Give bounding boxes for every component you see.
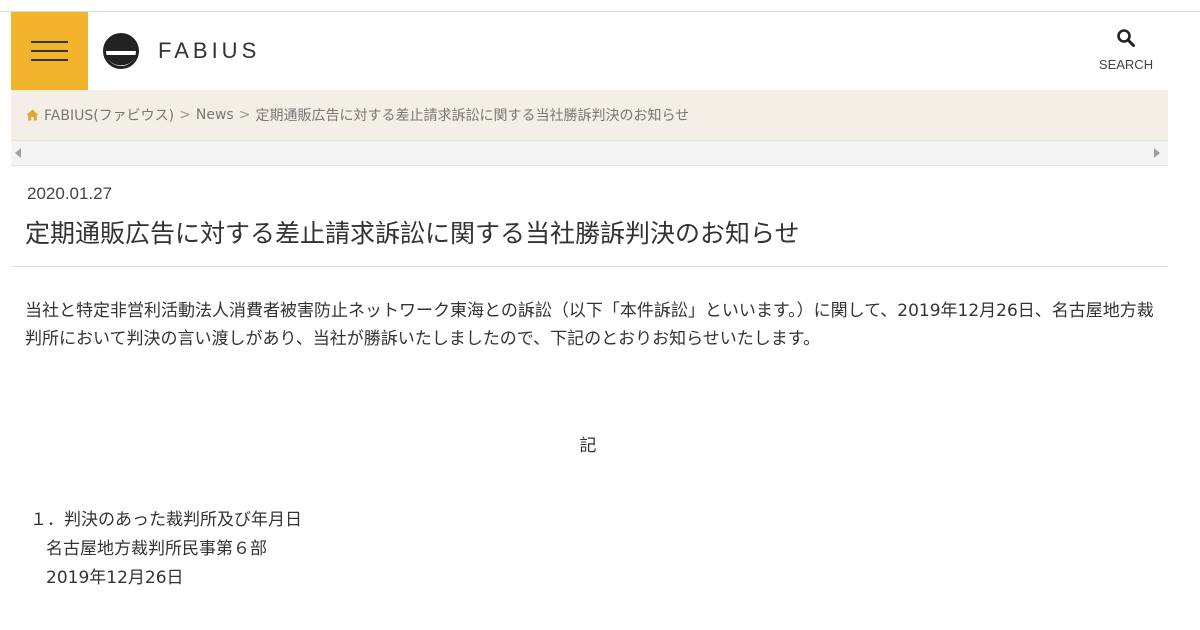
list-item-court: 名古屋地方裁判所民事第６部 — [46, 539, 267, 559]
site-logo[interactable]: FABIUS — [103, 33, 260, 69]
search-icon — [1117, 29, 1135, 47]
hamburger-bar — [31, 59, 68, 61]
list-item-date: 2019年12月26日 — [46, 568, 184, 588]
scroll-right-icon[interactable] — [1154, 148, 1160, 158]
article-date: 2020.01.27 — [27, 184, 113, 203]
article-list: １．判決のあった裁判所及び年月日 名古屋地方裁判所民事第６部 2019年12月2… — [30, 506, 302, 593]
breadcrumb-separator: > — [238, 107, 251, 123]
breadcrumb-news-link[interactable]: News — [196, 107, 234, 123]
article-body: 当社と特定非営利活動法人消費者被害防止ネットワーク東海との訴訟（以下「本件訴訟」… — [25, 301, 1154, 349]
scroll-left-icon[interactable] — [15, 148, 21, 158]
title-divider — [11, 266, 1168, 267]
site-header: FABIUS SEARCH — [11, 12, 1168, 90]
hamburger-bar — [31, 50, 68, 52]
hamburger-menu-icon — [31, 41, 68, 43]
breadcrumb-current: 定期通販広告に対する差止請求訴訟に関する当社勝訴判決のお知らせ — [255, 108, 690, 124]
logo-text: FABIUS — [158, 38, 261, 63]
breadcrumb-separator: > — [179, 107, 191, 123]
breadcrumb: FABIUS(ファビウス) > News > 定期通販広告に対する差止請求訴訟に… — [11, 90, 1168, 140]
home-icon — [26, 109, 39, 121]
ki-heading: 記 — [579, 436, 597, 456]
article-title: 定期通販広告に対する差止請求訴訟に関する当社勝訴判決のお知らせ — [25, 219, 800, 248]
search-label: SEARCH — [1098, 57, 1154, 72]
search-button[interactable]: SEARCH — [1091, 26, 1161, 76]
fabius-logo-icon — [103, 33, 139, 69]
breadcrumb-home-link[interactable]: FABIUS(ファビウス) — [44, 105, 174, 125]
list-item-heading: １．判決のあった裁判所及び年月日 — [30, 510, 302, 530]
horizontal-scrollbar[interactable] — [11, 140, 1168, 166]
menu-button[interactable] — [11, 12, 88, 90]
